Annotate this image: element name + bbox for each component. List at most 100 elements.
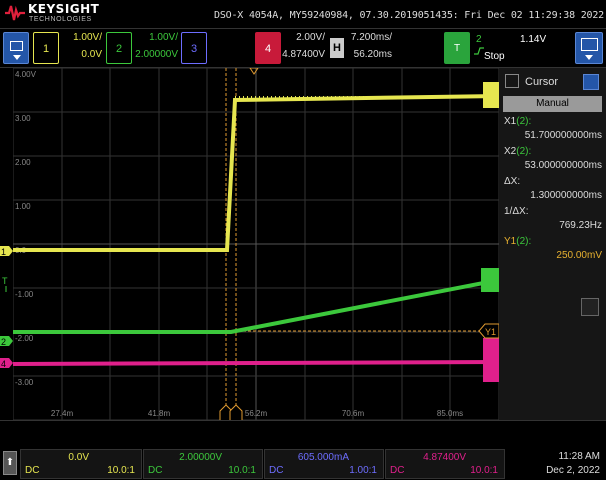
channel-menu-button[interactable] [3, 32, 29, 64]
title-bar: KEYSIGHT TECHNOLOGIES DSO-X 4054A, MY592… [0, 0, 606, 28]
y-axis-label: -1.00 [15, 290, 34, 299]
horizontal-position[interactable]: 56.20ms [346, 49, 392, 60]
channel-1-offset[interactable]: 0.0V [60, 49, 102, 60]
screen-icon [10, 41, 23, 51]
y-axis-label: 3.00 [15, 114, 31, 123]
cursor-panel-title: Cursor [525, 76, 559, 88]
channel-4-noise-band [483, 338, 499, 382]
panel-menu-icon[interactable] [583, 74, 599, 90]
graticule: 4.00V3.002.001.000.0-1.00-2.00-3.00 27.4… [13, 68, 499, 420]
y-axis-label: 4.00V [15, 70, 37, 79]
channel-1-key[interactable]: 1 [33, 32, 59, 64]
ch1-ground-marker[interactable]: 1 [0, 246, 13, 257]
ch4-status-offset: 4.87400V [423, 452, 466, 463]
cursor-icon [505, 74, 519, 88]
x-axis-label: 56.2m [245, 409, 268, 418]
ch4-marker-label: 4 [1, 359, 6, 369]
clock-date: Dec 2, 2022 [546, 465, 600, 476]
x2-label: X2(2): [504, 146, 532, 157]
ch4-status-cell[interactable]: 4.87400V DC 10.0:1 [385, 449, 505, 479]
y-axis-label: -2.00 [15, 334, 34, 343]
channel-marker-strip: 1 T 2 4 [0, 68, 13, 420]
channel-2-offset[interactable]: 2.00000V [130, 49, 178, 60]
keysight-logo: KEYSIGHT TECHNOLOGIES [4, 2, 100, 26]
cursor-mode-selector[interactable]: Manual [503, 96, 602, 112]
ch2-status-cell[interactable]: 2.00000V DC 10.0:1 [143, 449, 263, 479]
ch3-coupling: DC [269, 465, 284, 476]
channel-1-scale[interactable]: 1.00V/ [60, 32, 102, 43]
channel-2-scale[interactable]: 1.00V/ [134, 32, 178, 43]
display-menu-button[interactable] [575, 32, 603, 64]
ch2-probe: 10.0:1 [228, 465, 256, 476]
channel-2-key[interactable]: 2 [106, 32, 132, 64]
panel-scroll-grip-icon[interactable] [581, 298, 599, 316]
x1-value: 51.700000000ms [524, 130, 602, 141]
delta-x-label: ΔX: [504, 176, 521, 187]
ch1-coupling: DC [25, 465, 40, 476]
trigger-marker-label: T [2, 276, 8, 286]
cursor-tab-header[interactable]: Cursor [499, 72, 606, 94]
delta-x-value: 1.300000000ms [530, 190, 602, 201]
trigger-level[interactable]: 1.14V [520, 34, 546, 45]
dropdown-arrow-icon [13, 55, 21, 60]
trigger-level-marker[interactable]: T [2, 276, 8, 292]
ch1-marker-label: 1 [1, 247, 6, 257]
trigger-key[interactable]: T [444, 32, 470, 64]
display-icon [581, 38, 598, 51]
ch2-marker-label: 2 [1, 337, 6, 347]
ch1-status-offset: 0.0V [68, 452, 89, 463]
clock-time: 11:28 AM [558, 451, 600, 462]
brand-name: KEYSIGHT [28, 2, 100, 16]
trigger-source[interactable]: 2 [476, 34, 482, 45]
ch2-coupling: DC [148, 465, 163, 476]
brand-subtitle: TECHNOLOGIES [29, 16, 92, 23]
keysight-wave-icon [5, 5, 25, 21]
y1-label: Y1(2): [504, 236, 532, 247]
rising-edge-icon [474, 47, 484, 55]
y-axis-label: -3.00 [15, 378, 34, 387]
ch4-probe: 10.0:1 [470, 465, 498, 476]
x-axis-labels: 27.4m 41.8m 56.2m 70.6m 85.0ms [51, 409, 463, 418]
cursor-y1-tag[interactable]: Y1 [478, 323, 499, 339]
x-axis-label: 27.4m [51, 409, 74, 418]
horizontal-key[interactable]: H [330, 38, 344, 58]
channel-1-noise-band [483, 82, 499, 108]
cursor-x2-tag[interactable]: X2 [229, 404, 243, 420]
gridlines [13, 68, 499, 420]
bottom-status-bar: ⬆ 0.0V DC 10.0:1 2.00000V DC 10.0:1 605.… [0, 420, 606, 480]
scope-id-and-datetime: DSO-X 4054A, MY59240984, 07.30.201905143… [214, 10, 604, 21]
channel-4-scale[interactable]: 2.00V/ [283, 32, 325, 43]
cursor-panel: Cursor Manual X1(2): 51.700000000ms X2(2… [499, 68, 606, 420]
x2-value: 53.000000000ms [524, 160, 602, 171]
ch3-probe: 1.00:1 [349, 465, 377, 476]
y-axis-label: 1.00 [15, 202, 31, 211]
trigger-position-marker [249, 68, 259, 75]
waveform-display[interactable]: 4.00V 3.00 2.00 1.00 0.0 -1.00 -2.00 -3.00 27.4… [13, 68, 499, 420]
ch4-coupling: DC [390, 465, 405, 476]
inverse-delta-x-value: 769.23Hz [559, 220, 602, 231]
ch1-status-cell[interactable]: 0.0V DC 10.0:1 [20, 449, 142, 479]
y-axis-label: 2.00 [15, 158, 31, 167]
timebase-value[interactable]: 7.200ms/ [346, 32, 392, 43]
ch3-status-cell[interactable]: 605.000mA DC 1.00:1 [264, 449, 384, 479]
x-axis-label: 85.0ms [437, 409, 463, 418]
inverse-delta-x-label: 1/ΔX: [504, 206, 529, 217]
dropdown-arrow-icon [585, 55, 593, 60]
channel-4-offset[interactable]: 4.87400V [275, 49, 325, 60]
acquisition-status: Stop [484, 51, 505, 62]
ch2-status-offset: 2.00000V [179, 452, 222, 463]
svg-text:Y1: Y1 [485, 327, 496, 337]
channel-3-key[interactable]: 3 [181, 32, 207, 64]
home-icon[interactable]: ⬆ [3, 451, 17, 475]
ch1-probe: 10.0:1 [107, 465, 135, 476]
ch2-ground-marker[interactable]: 2 [0, 336, 13, 347]
channel-settings-bar: 1 1.00V/ 0.0V 2 1.00V/ 2.00000V 3 4 2.00… [0, 28, 606, 68]
y1-value: 250.00mV [556, 250, 602, 261]
x1-label: X1(2): [504, 116, 532, 127]
channel-2-noise-band [481, 268, 499, 292]
ch4-ground-marker[interactable]: 4 [0, 358, 13, 369]
x-axis-label: 70.6m [342, 409, 365, 418]
channel-4-trace [13, 360, 499, 366]
x-axis-label: 41.8m [148, 409, 171, 418]
y-axis-labels: 4.00V3.002.001.000.0-1.00-2.00-3.00 [15, 70, 37, 387]
